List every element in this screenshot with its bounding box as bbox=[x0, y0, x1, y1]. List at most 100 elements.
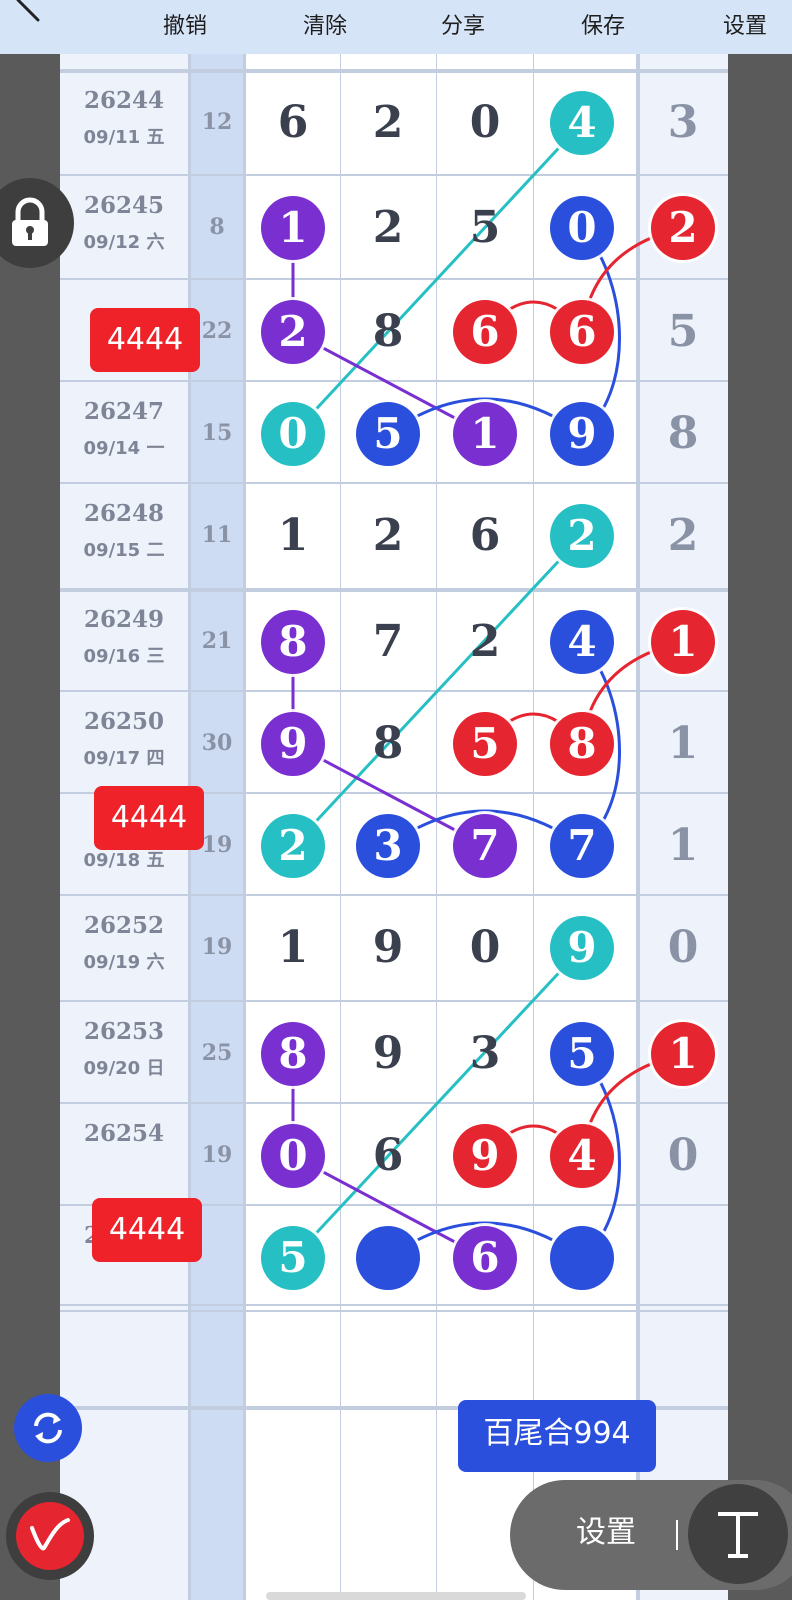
grid-line bbox=[243, 54, 246, 1600]
tail-digit: 0 bbox=[667, 922, 699, 973]
period-sum: 8 bbox=[209, 214, 225, 240]
period-id: 26249 bbox=[83, 606, 165, 633]
digit-ball-teal: 9 bbox=[550, 916, 614, 980]
grid-line bbox=[60, 174, 728, 176]
digit-ball-blue: 5 bbox=[550, 1022, 614, 1086]
digit-cell: 2 bbox=[372, 97, 404, 148]
period-id: 26245 bbox=[83, 192, 165, 219]
period-date: 09/14 一 bbox=[83, 438, 165, 459]
digit-ball-teal: 4 bbox=[550, 91, 614, 155]
digit-cell: 6 bbox=[277, 97, 309, 148]
period-date: 09/17 四 bbox=[83, 748, 165, 769]
pen-color-swatch bbox=[16, 1502, 84, 1570]
period-sum: 19 bbox=[201, 1142, 233, 1168]
digit-ball-blue: 0 bbox=[550, 196, 614, 260]
digit-cell: 0 bbox=[469, 97, 501, 148]
digit-ball-red: 5 bbox=[453, 712, 517, 776]
grid-line bbox=[60, 380, 728, 382]
marker-badge[interactable]: 4444 bbox=[94, 786, 204, 850]
digit-cell: 2 bbox=[469, 616, 501, 667]
grid-line bbox=[60, 278, 728, 280]
tail-digit: 3 bbox=[667, 97, 699, 148]
period-id: 26247 bbox=[83, 398, 165, 425]
grid-line bbox=[60, 588, 728, 592]
tail-digit: 8 bbox=[667, 408, 699, 459]
period-date: 09/20 日 bbox=[83, 1058, 165, 1079]
clear-button[interactable]: 清除 bbox=[280, 10, 370, 44]
digit-ball-purple: 8 bbox=[261, 610, 325, 674]
digit-cell: 1 bbox=[277, 510, 309, 561]
period-id: 26248 bbox=[83, 500, 165, 527]
digit-ball-teal: 5 bbox=[261, 1226, 325, 1290]
digit-cell: 2 bbox=[372, 202, 404, 253]
period-sum: 21 bbox=[201, 628, 233, 654]
digit-cell: 6 bbox=[372, 1130, 404, 1181]
settings-pill-label: 设置 bbox=[576, 1515, 636, 1550]
scroll-indicator[interactable] bbox=[266, 1592, 526, 1600]
tail-digit: 0 bbox=[667, 1130, 699, 1181]
grid-line bbox=[60, 1000, 728, 1002]
digit-ball-teal: 2 bbox=[550, 504, 614, 568]
digit-ball-blue: 7 bbox=[550, 814, 614, 878]
pen-stroke-icon bbox=[30, 1518, 70, 1551]
total-label: 百尾合994 bbox=[458, 1400, 656, 1472]
marker-badge[interactable]: 4444 bbox=[90, 308, 200, 372]
save-button[interactable]: 保存 bbox=[558, 10, 648, 44]
share-button[interactable]: 分享 bbox=[418, 10, 508, 44]
digit-cell: 3 bbox=[469, 1028, 501, 1079]
marker-badge[interactable]: 4444 bbox=[92, 1198, 202, 1262]
refresh-icon bbox=[34, 1412, 62, 1444]
period-date: 09/12 六 bbox=[83, 232, 165, 253]
grid-line bbox=[436, 54, 437, 1600]
digit-ball-purple: 0 bbox=[261, 1124, 325, 1188]
period-date: 09/15 二 bbox=[83, 540, 165, 561]
sync-button[interactable] bbox=[14, 1394, 82, 1462]
period-id: 26250 bbox=[83, 708, 165, 735]
grid-line bbox=[60, 482, 728, 484]
settings-button[interactable]: 设置 bbox=[700, 10, 790, 44]
digit-ball-purple: 1 bbox=[453, 402, 517, 466]
digit-ball-blue: 5 bbox=[356, 402, 420, 466]
digit-ball-teal: 0 bbox=[261, 402, 325, 466]
digit-ball-purple: 7 bbox=[453, 814, 517, 878]
digit-cell: 5 bbox=[469, 202, 501, 253]
period-sum: 15 bbox=[201, 420, 233, 446]
digit-cell: 7 bbox=[372, 616, 404, 667]
digit-cell: 1 bbox=[277, 922, 309, 973]
period-sum: 30 bbox=[201, 730, 233, 756]
pen-tool-button[interactable] bbox=[6, 1492, 94, 1580]
tail-ball-red: 1 bbox=[651, 610, 715, 674]
grid-line bbox=[60, 1310, 728, 1312]
digit-cell: 6 bbox=[469, 510, 501, 561]
undo-button[interactable]: 撤销 bbox=[140, 10, 230, 44]
empty-ball-blue bbox=[356, 1226, 420, 1290]
grid-line bbox=[60, 690, 728, 692]
tail-ball-red: 1 bbox=[651, 1022, 715, 1086]
top-toolbar: 撤销 清除 分享 保存 设置 bbox=[0, 0, 792, 54]
period-date: 09/11 五 bbox=[83, 127, 165, 148]
digit-ball-red: 8 bbox=[550, 712, 614, 776]
grid-line bbox=[340, 54, 341, 1600]
settings-pill[interactable]: 设置 bbox=[510, 1480, 792, 1590]
text-tool-icon bbox=[718, 1512, 758, 1558]
digit-ball-red: 6 bbox=[453, 300, 517, 364]
digit-ball-blue: 3 bbox=[356, 814, 420, 878]
digit-ball-blue: 9 bbox=[550, 402, 614, 466]
period-id: 26254 bbox=[83, 1120, 165, 1147]
period-sum: 19 bbox=[201, 934, 233, 960]
period-date: 09/16 三 bbox=[83, 646, 165, 667]
tail-digit: 2 bbox=[667, 510, 699, 561]
digit-ball-teal: 2 bbox=[261, 814, 325, 878]
period-sum: 25 bbox=[201, 1040, 233, 1066]
back-arrow-icon[interactable] bbox=[14, 0, 44, 24]
digit-cell: 0 bbox=[469, 922, 501, 973]
digit-ball-purple: 2 bbox=[261, 300, 325, 364]
tail-digit: 1 bbox=[667, 820, 699, 871]
digit-cell: 9 bbox=[372, 922, 404, 973]
digit-cell: 9 bbox=[372, 1028, 404, 1079]
grid-line bbox=[60, 1102, 728, 1104]
digit-cell: 8 bbox=[372, 306, 404, 357]
period-date: 09/19 六 bbox=[83, 952, 165, 973]
text-tool-button[interactable] bbox=[688, 1484, 788, 1584]
tail-digit: 1 bbox=[667, 718, 699, 769]
